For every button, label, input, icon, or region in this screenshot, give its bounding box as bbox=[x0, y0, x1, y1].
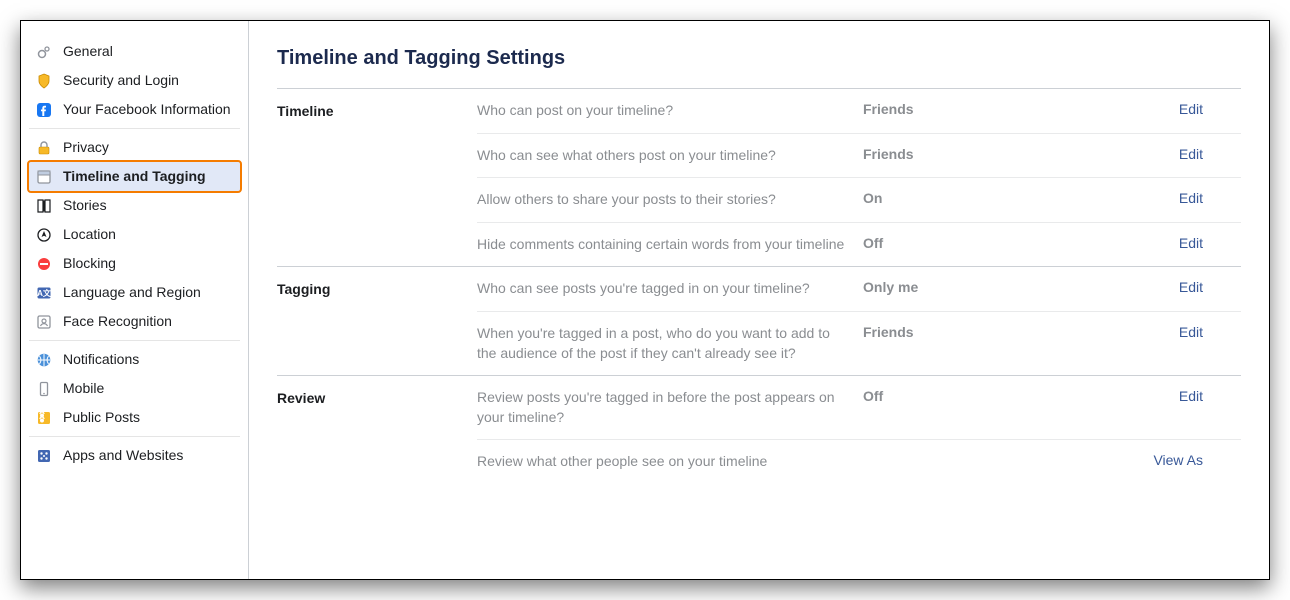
row-value: Off bbox=[863, 235, 1123, 251]
sidebar-group: Notifications Mobile Public Posts bbox=[29, 341, 240, 437]
row-description: Who can see posts you're tagged in on yo… bbox=[477, 279, 847, 299]
settings-row[interactable]: When you're tagged in a post, who do you… bbox=[477, 311, 1241, 375]
row-value: Only me bbox=[863, 279, 1123, 295]
apps-icon bbox=[35, 447, 53, 465]
page-title: Timeline and Tagging Settings bbox=[277, 47, 1241, 70]
sidebar-item-timeline[interactable]: Timeline and Tagging bbox=[27, 160, 242, 193]
section-rows: Who can post on your timeline? Friends Edi… bbox=[477, 89, 1241, 266]
sidebar-item-label: Language and Region bbox=[63, 283, 234, 301]
sidebar-item-label: Blocking bbox=[63, 254, 234, 272]
sidebar-item-label: Location bbox=[63, 225, 234, 243]
sidebar-item-security[interactable]: Security and Login bbox=[29, 66, 240, 95]
public-icon bbox=[35, 409, 53, 427]
row-value: Friends bbox=[863, 146, 1123, 162]
edit-link[interactable]: Edit bbox=[1139, 279, 1203, 295]
settings-section: ReviewReview posts you're tagged in befo… bbox=[277, 375, 1241, 484]
sidebar-item-mobile[interactable]: Mobile bbox=[29, 374, 240, 403]
location-icon bbox=[35, 226, 53, 244]
settings-sidebar: General Security and Login Your Facebook I… bbox=[21, 21, 249, 579]
edit-link[interactable]: Edit bbox=[1139, 324, 1203, 340]
row-description: Who can see what others post on your tim… bbox=[477, 146, 847, 166]
general-icon bbox=[35, 43, 53, 61]
row-description: Hide comments containing certain words f… bbox=[477, 235, 847, 255]
sidebar-item-label: Apps and Websites bbox=[63, 446, 234, 464]
sidebar-item-face[interactable]: Face Recognition bbox=[29, 307, 240, 336]
blocking-icon bbox=[35, 255, 53, 273]
sidebar-item-label: Security and Login bbox=[63, 71, 234, 89]
settings-row[interactable]: Review what other people see on your tim… bbox=[477, 439, 1241, 484]
sidebar-item-notifications[interactable]: Notifications bbox=[29, 345, 240, 374]
edit-link[interactable]: Edit bbox=[1139, 101, 1203, 117]
edit-link[interactable]: Edit bbox=[1139, 190, 1203, 206]
sidebar-item-label: Timeline and Tagging bbox=[63, 167, 234, 185]
privacy-icon bbox=[35, 139, 53, 157]
settings-main: Timeline and Tagging Settings TimelineWh… bbox=[249, 21, 1269, 579]
settings-sections: TimelineWho can post on your timeline? Fr… bbox=[277, 88, 1241, 484]
sidebar-item-yourinfo[interactable]: Your Facebook Information bbox=[29, 95, 240, 124]
stories-icon bbox=[35, 197, 53, 215]
settings-window: General Security and Login Your Facebook I… bbox=[20, 20, 1270, 580]
sidebar-group: Privacy Timeline and Tagging Stories Locati… bbox=[29, 129, 240, 341]
section-rows: Review posts you're tagged in before the… bbox=[477, 376, 1241, 484]
sidebar-item-label: Notifications bbox=[63, 350, 234, 368]
sidebar-group: General Security and Login Your Facebook I… bbox=[29, 33, 240, 129]
edit-link[interactable]: Edit bbox=[1139, 388, 1203, 404]
sidebar-item-public[interactable]: Public Posts bbox=[29, 403, 240, 432]
row-description: Allow others to share your posts to thei… bbox=[477, 190, 847, 210]
sidebar-item-privacy[interactable]: Privacy bbox=[29, 133, 240, 162]
language-icon: A文 bbox=[35, 284, 53, 302]
yourinfo-icon bbox=[35, 101, 53, 119]
sidebar-item-label: Privacy bbox=[63, 138, 234, 156]
sidebar-item-stories[interactable]: Stories bbox=[29, 191, 240, 220]
section-label: Review bbox=[277, 376, 477, 484]
sidebar-item-language[interactable]: A文 Language and Region bbox=[29, 278, 240, 307]
settings-section: TimelineWho can post on your timeline? Fr… bbox=[277, 88, 1241, 266]
row-value: Off bbox=[863, 388, 1123, 404]
settings-row[interactable]: Allow others to share your posts to thei… bbox=[477, 177, 1241, 222]
sidebar-item-location[interactable]: Location bbox=[29, 220, 240, 249]
section-rows: Who can see posts you're tagged in on yo… bbox=[477, 267, 1241, 375]
face-icon bbox=[35, 313, 53, 331]
security-icon bbox=[35, 72, 53, 90]
sidebar-item-label: Stories bbox=[63, 196, 234, 214]
sidebar-group: Apps and Websites bbox=[29, 437, 240, 474]
row-description: Who can post on your timeline? bbox=[477, 101, 847, 121]
sidebar-item-label: Face Recognition bbox=[63, 312, 234, 330]
sidebar-item-label: Public Posts bbox=[63, 408, 234, 426]
row-description: Review posts you're tagged in before the… bbox=[477, 388, 847, 427]
sidebar-item-label: General bbox=[63, 42, 234, 60]
row-value: Friends bbox=[863, 101, 1123, 117]
sidebar-item-blocking[interactable]: Blocking bbox=[29, 249, 240, 278]
row-value: On bbox=[863, 190, 1123, 206]
settings-row[interactable]: Who can see posts you're tagged in on yo… bbox=[477, 267, 1241, 311]
view-as-link[interactable]: View As bbox=[1139, 452, 1203, 468]
timeline-icon bbox=[35, 168, 53, 186]
row-description: Review what other people see on your tim… bbox=[477, 452, 847, 472]
sidebar-item-label: Your Facebook Information bbox=[63, 100, 234, 118]
settings-section: TaggingWho can see posts you're tagged i… bbox=[277, 266, 1241, 375]
mobile-icon bbox=[35, 380, 53, 398]
section-label: Tagging bbox=[277, 267, 477, 375]
sidebar-item-apps[interactable]: Apps and Websites bbox=[29, 441, 240, 470]
section-label: Timeline bbox=[277, 89, 477, 266]
settings-row[interactable]: Review posts you're tagged in before the… bbox=[477, 376, 1241, 439]
sidebar-item-general[interactable]: General bbox=[29, 37, 240, 66]
notifications-icon bbox=[35, 351, 53, 369]
edit-link[interactable]: Edit bbox=[1139, 235, 1203, 251]
settings-row[interactable]: Who can see what others post on your tim… bbox=[477, 133, 1241, 178]
edit-link[interactable]: Edit bbox=[1139, 146, 1203, 162]
row-value: Friends bbox=[863, 324, 1123, 340]
sidebar-item-label: Mobile bbox=[63, 379, 234, 397]
settings-row[interactable]: Hide comments containing certain words f… bbox=[477, 222, 1241, 267]
svg-text:A文: A文 bbox=[37, 288, 52, 298]
row-description: When you're tagged in a post, who do you… bbox=[477, 324, 847, 363]
settings-row[interactable]: Who can post on your timeline? Friends Edi… bbox=[477, 89, 1241, 133]
